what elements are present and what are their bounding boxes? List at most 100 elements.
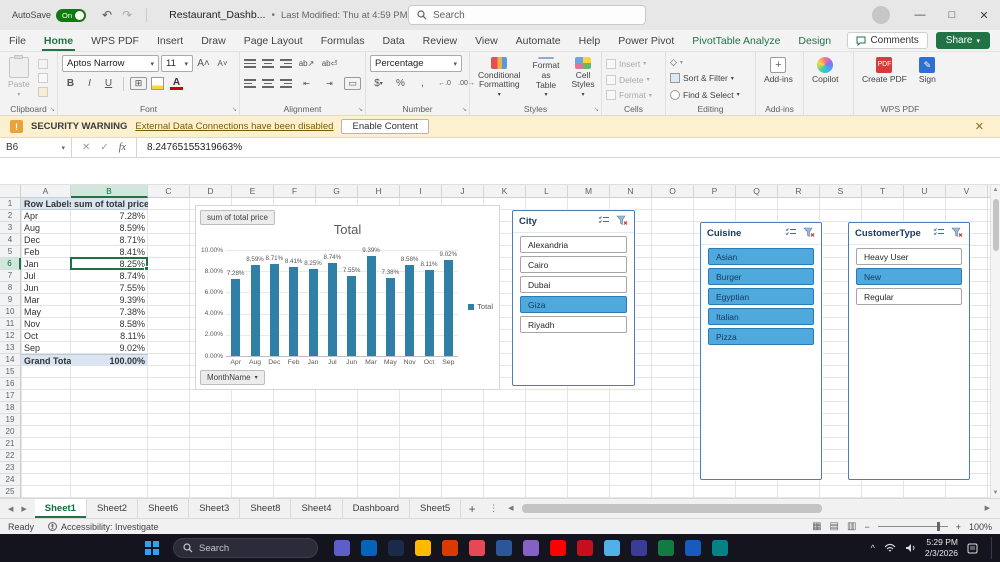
scroll-up-icon[interactable]: ▲ <box>991 185 1000 193</box>
sheet-tab-sheet2[interactable]: Sheet2 <box>87 499 139 518</box>
dialog-launcher-icon[interactable]: ↘ <box>594 106 599 113</box>
start-button[interactable] <box>145 541 159 555</box>
tab-view[interactable]: View <box>466 30 507 51</box>
column-header-E[interactable]: E <box>232 185 274 198</box>
chart-legend[interactable]: Total <box>468 302 493 311</box>
tab-file[interactable]: File <box>0 30 35 51</box>
show-desktop-button[interactable] <box>991 537 994 559</box>
taskbar-app-icon[interactable] <box>604 540 620 556</box>
scroll-left-icon[interactable]: ◀ <box>508 504 513 512</box>
next-sheet-icon[interactable]: ▶ <box>21 505 26 513</box>
sheet-tab-sheet1[interactable]: Sheet1 <box>34 499 87 518</box>
chart-title[interactable]: Total <box>196 222 499 237</box>
column-header-H[interactable]: H <box>358 185 400 198</box>
scroll-down-icon[interactable]: ▼ <box>991 490 1000 496</box>
undo-icon[interactable]: ↶ <box>102 8 112 22</box>
account-avatar[interactable] <box>872 6 890 24</box>
column-header-U[interactable]: U <box>904 185 946 198</box>
italic-button[interactable]: I <box>81 75 98 92</box>
multi-select-icon[interactable] <box>933 227 945 240</box>
dialog-launcher-icon[interactable]: ↘ <box>462 106 467 113</box>
document-title[interactable]: Restaurant_Dashb... • Last Modified: Thu… <box>169 9 417 21</box>
multi-select-icon[interactable] <box>598 215 610 228</box>
borders-icon[interactable]: ⊞ <box>130 77 147 90</box>
cell-B9[interactable]: 9.39% <box>71 294 148 306</box>
taskbar-app-icon[interactable] <box>496 540 512 556</box>
delete-cells-button[interactable]: Delete ▾ <box>606 74 652 86</box>
slicer-customertype[interactable]: CustomerType Heavy User New Regular <box>848 222 970 480</box>
close-button[interactable]: ✕ <box>968 0 1000 30</box>
minimize-button[interactable]: — <box>904 0 936 30</box>
taskbar-app-icon[interactable] <box>334 540 350 556</box>
cell-B2[interactable]: 7.28% <box>71 210 148 222</box>
column-header-N[interactable]: N <box>610 185 652 198</box>
bar-Jun[interactable] <box>347 275 357 356</box>
slicer-item-dubai[interactable]: Dubai <box>520 276 627 293</box>
column-header-G[interactable]: G <box>316 185 358 198</box>
tab-draw[interactable]: Draw <box>192 30 235 51</box>
taskbar-app-icon[interactable] <box>631 540 647 556</box>
sign-button[interactable]: ✎ Sign <box>915 55 940 101</box>
selected-cell-B6[interactable] <box>70 257 149 271</box>
column-header-P[interactable]: P <box>694 185 736 198</box>
sheet-tab-sheet3[interactable]: Sheet3 <box>189 499 241 518</box>
cell-B4[interactable]: 8.71% <box>71 234 148 246</box>
fill-color-icon[interactable] <box>149 75 166 92</box>
taskbar-app-icon[interactable] <box>442 540 458 556</box>
column-header-V[interactable]: V <box>946 185 988 198</box>
dialog-launcher-icon[interactable]: ↘ <box>232 106 237 113</box>
align-bottom-icon[interactable] <box>280 59 292 68</box>
zoom-slider-knob[interactable] <box>936 522 940 531</box>
slicer-item-riyadh[interactable]: Riyadh <box>520 316 627 333</box>
align-left-icon[interactable] <box>244 79 256 88</box>
addins-button[interactable]: + Add-ins <box>760 55 797 101</box>
tab-help[interactable]: Help <box>570 30 610 51</box>
tray-expand-icon[interactable]: ^ <box>871 543 875 553</box>
grow-font-icon[interactable]: A˄ <box>195 55 212 72</box>
bar-May[interactable] <box>385 277 395 356</box>
share-button[interactable]: Share ▾ <box>935 32 990 49</box>
clear-filter-icon[interactable] <box>803 227 815 241</box>
slicer-item-pizza[interactable]: Pizza <box>708 328 814 345</box>
column-header-A[interactable]: A <box>21 185 71 198</box>
copilot-button[interactable]: Copilot <box>808 55 842 101</box>
cell-B10[interactable]: 7.38% <box>71 306 148 318</box>
taskbar-app-icon[interactable] <box>469 540 485 556</box>
shrink-font-icon[interactable]: A˅ <box>214 55 231 72</box>
find-select-button[interactable]: Find & Select ▾ <box>670 89 740 101</box>
paste-button[interactable]: Paste ▾ <box>4 55 34 101</box>
tab-automate[interactable]: Automate <box>507 30 570 51</box>
fill-handle[interactable] <box>144 266 149 271</box>
tab-data[interactable]: Data <box>373 30 413 51</box>
format-as-table-button[interactable]: Format as Table ▾ <box>529 55 564 101</box>
slicer-item-new[interactable]: New <box>856 268 962 285</box>
bar-Dec[interactable] <box>269 263 279 356</box>
select-all-corner[interactable] <box>0 185 21 198</box>
cell-A8[interactable]: Jun <box>21 282 71 294</box>
tab-power-pivot[interactable]: Power Pivot <box>609 30 683 51</box>
accessibility-checker[interactable]: Accessibility: Investigate <box>48 522 159 532</box>
dialog-launcher-icon[interactable]: ↘ <box>358 106 363 113</box>
bar-Aug[interactable] <box>250 264 260 356</box>
sheet-tab-options-icon[interactable]: ⋮ <box>483 499 504 518</box>
align-right-icon[interactable] <box>280 79 292 88</box>
cell-A1[interactable]: Row Labels▾ <box>21 198 71 210</box>
notification-icon[interactable] <box>967 543 978 554</box>
cell-B8[interactable]: 7.55% <box>71 282 148 294</box>
cell-B14[interactable]: 100.00% <box>71 354 148 366</box>
tab-home[interactable]: Home <box>35 30 82 51</box>
taskbar-app-icon[interactable] <box>415 540 431 556</box>
increase-decimal-icon[interactable]: ←.0 <box>436 75 453 92</box>
bar-Oct[interactable] <box>424 270 434 356</box>
accounting-format-icon[interactable]: $ ▾ <box>370 75 387 92</box>
vertical-scrollbar[interactable]: ▲ ▼ <box>990 185 1000 498</box>
page-break-view-icon[interactable]: ▥ <box>847 521 856 532</box>
column-header-T[interactable]: T <box>862 185 904 198</box>
bar-Sep[interactable] <box>443 260 453 356</box>
bar-Jul[interactable] <box>327 263 337 356</box>
tab-design[interactable]: Design <box>789 30 840 51</box>
insert-cells-button[interactable]: Insert ▾ <box>606 58 652 70</box>
formula-value[interactable]: 8.24765155319663% <box>137 142 252 153</box>
column-header-S[interactable]: S <box>820 185 862 198</box>
pivot-chart[interactable]: sum of total price Total Total MonthName… <box>195 205 500 390</box>
